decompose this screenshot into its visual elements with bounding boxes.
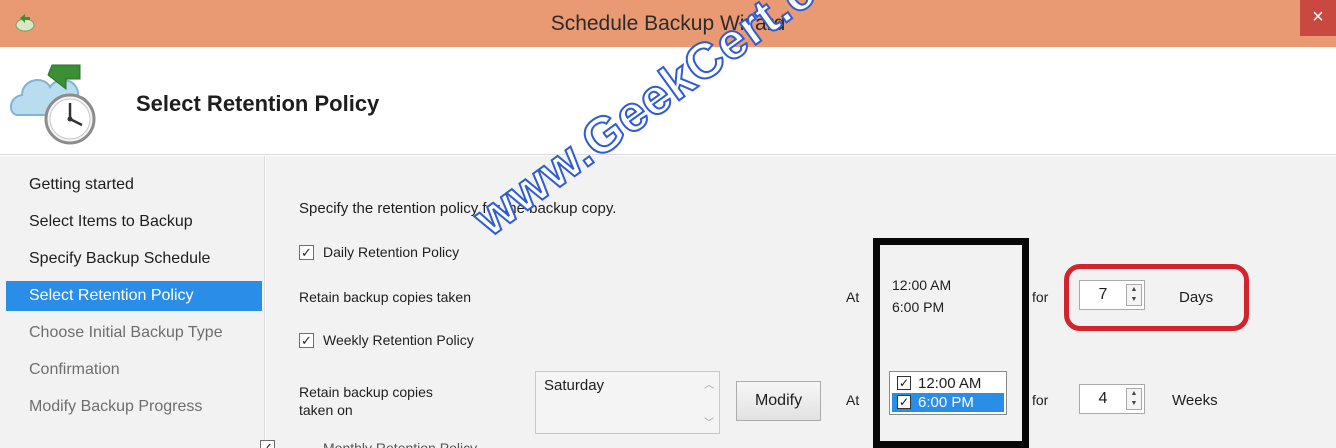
step-backup-schedule[interactable]: Specify Backup Schedule: [6, 244, 262, 274]
daily-retain-label: Retain backup copies taken: [299, 289, 471, 305]
scroll-up-icon[interactable]: ︿: [704, 376, 714, 391]
daily-at-label: At: [846, 289, 860, 305]
spin-down-icon[interactable]: ▼: [1127, 399, 1141, 409]
weekly-retention-checkbox[interactable]: ✓: [299, 333, 314, 348]
page-title: Select Retention Policy: [136, 91, 380, 116]
step-modify-progress[interactable]: Modify Backup Progress: [6, 392, 262, 422]
scroll-down-icon[interactable]: ﹀: [704, 414, 714, 429]
weekly-weeks-spinner[interactable]: 4 ▲ ▼: [1079, 384, 1145, 414]
weekly-retain-label-1: Retain backup copies: [299, 384, 433, 400]
monthly-retention-checkbox[interactable]: ✓: [260, 440, 275, 448]
step-select-items[interactable]: Select Items to Backup: [6, 207, 262, 237]
spin-up-icon[interactable]: ▲: [1127, 389, 1141, 399]
red-highlight-box: [1064, 264, 1249, 331]
step-retention-policy[interactable]: Select Retention Policy: [6, 281, 262, 311]
monthly-retention-label: Monthly Retention Policy: [323, 440, 478, 448]
weekly-weeks-value[interactable]: 4: [1080, 385, 1126, 413]
day-list-item[interactable]: Saturday: [544, 377, 604, 394]
step-getting-started[interactable]: Getting started: [6, 170, 262, 200]
close-button[interactable]: ×: [1300, 0, 1336, 36]
daily-retention-label: Daily Retention Policy: [323, 244, 460, 260]
window-title: Schedule Backup Wizard: [550, 12, 786, 35]
weekly-retain-label-2: taken on: [299, 402, 353, 418]
step-confirmation[interactable]: Confirmation: [6, 355, 262, 385]
weekly-unit-label: Weeks: [1172, 392, 1218, 409]
day-list-scrollbar[interactable]: ︿ ﹀: [701, 374, 717, 431]
intro-text: Specify the retention policy for the bac…: [299, 200, 617, 217]
black-highlight-box: [873, 238, 1029, 448]
cloud-backup-clock-icon: [8, 57, 108, 147]
wizard-steps-sidebar: Getting started Select Items to Backup S…: [0, 156, 265, 448]
step-initial-backup-type[interactable]: Choose Initial Backup Type: [6, 318, 262, 348]
wizard-header: Select Retention Policy: [0, 47, 1336, 155]
weekly-at-label: At: [846, 392, 860, 408]
modify-button[interactable]: Modify: [736, 381, 821, 421]
weekly-for-label: for: [1032, 392, 1049, 408]
daily-for-label: for: [1032, 289, 1049, 305]
weekly-spinner-buttons: ▲ ▼: [1126, 388, 1142, 410]
title-bar: Schedule Backup Wizard ×: [0, 0, 1336, 47]
weekly-retention-label: Weekly Retention Policy: [323, 332, 474, 348]
weekly-day-list[interactable]: Saturday ︿ ﹀: [535, 371, 720, 434]
daily-retention-checkbox[interactable]: ✓: [299, 245, 314, 260]
